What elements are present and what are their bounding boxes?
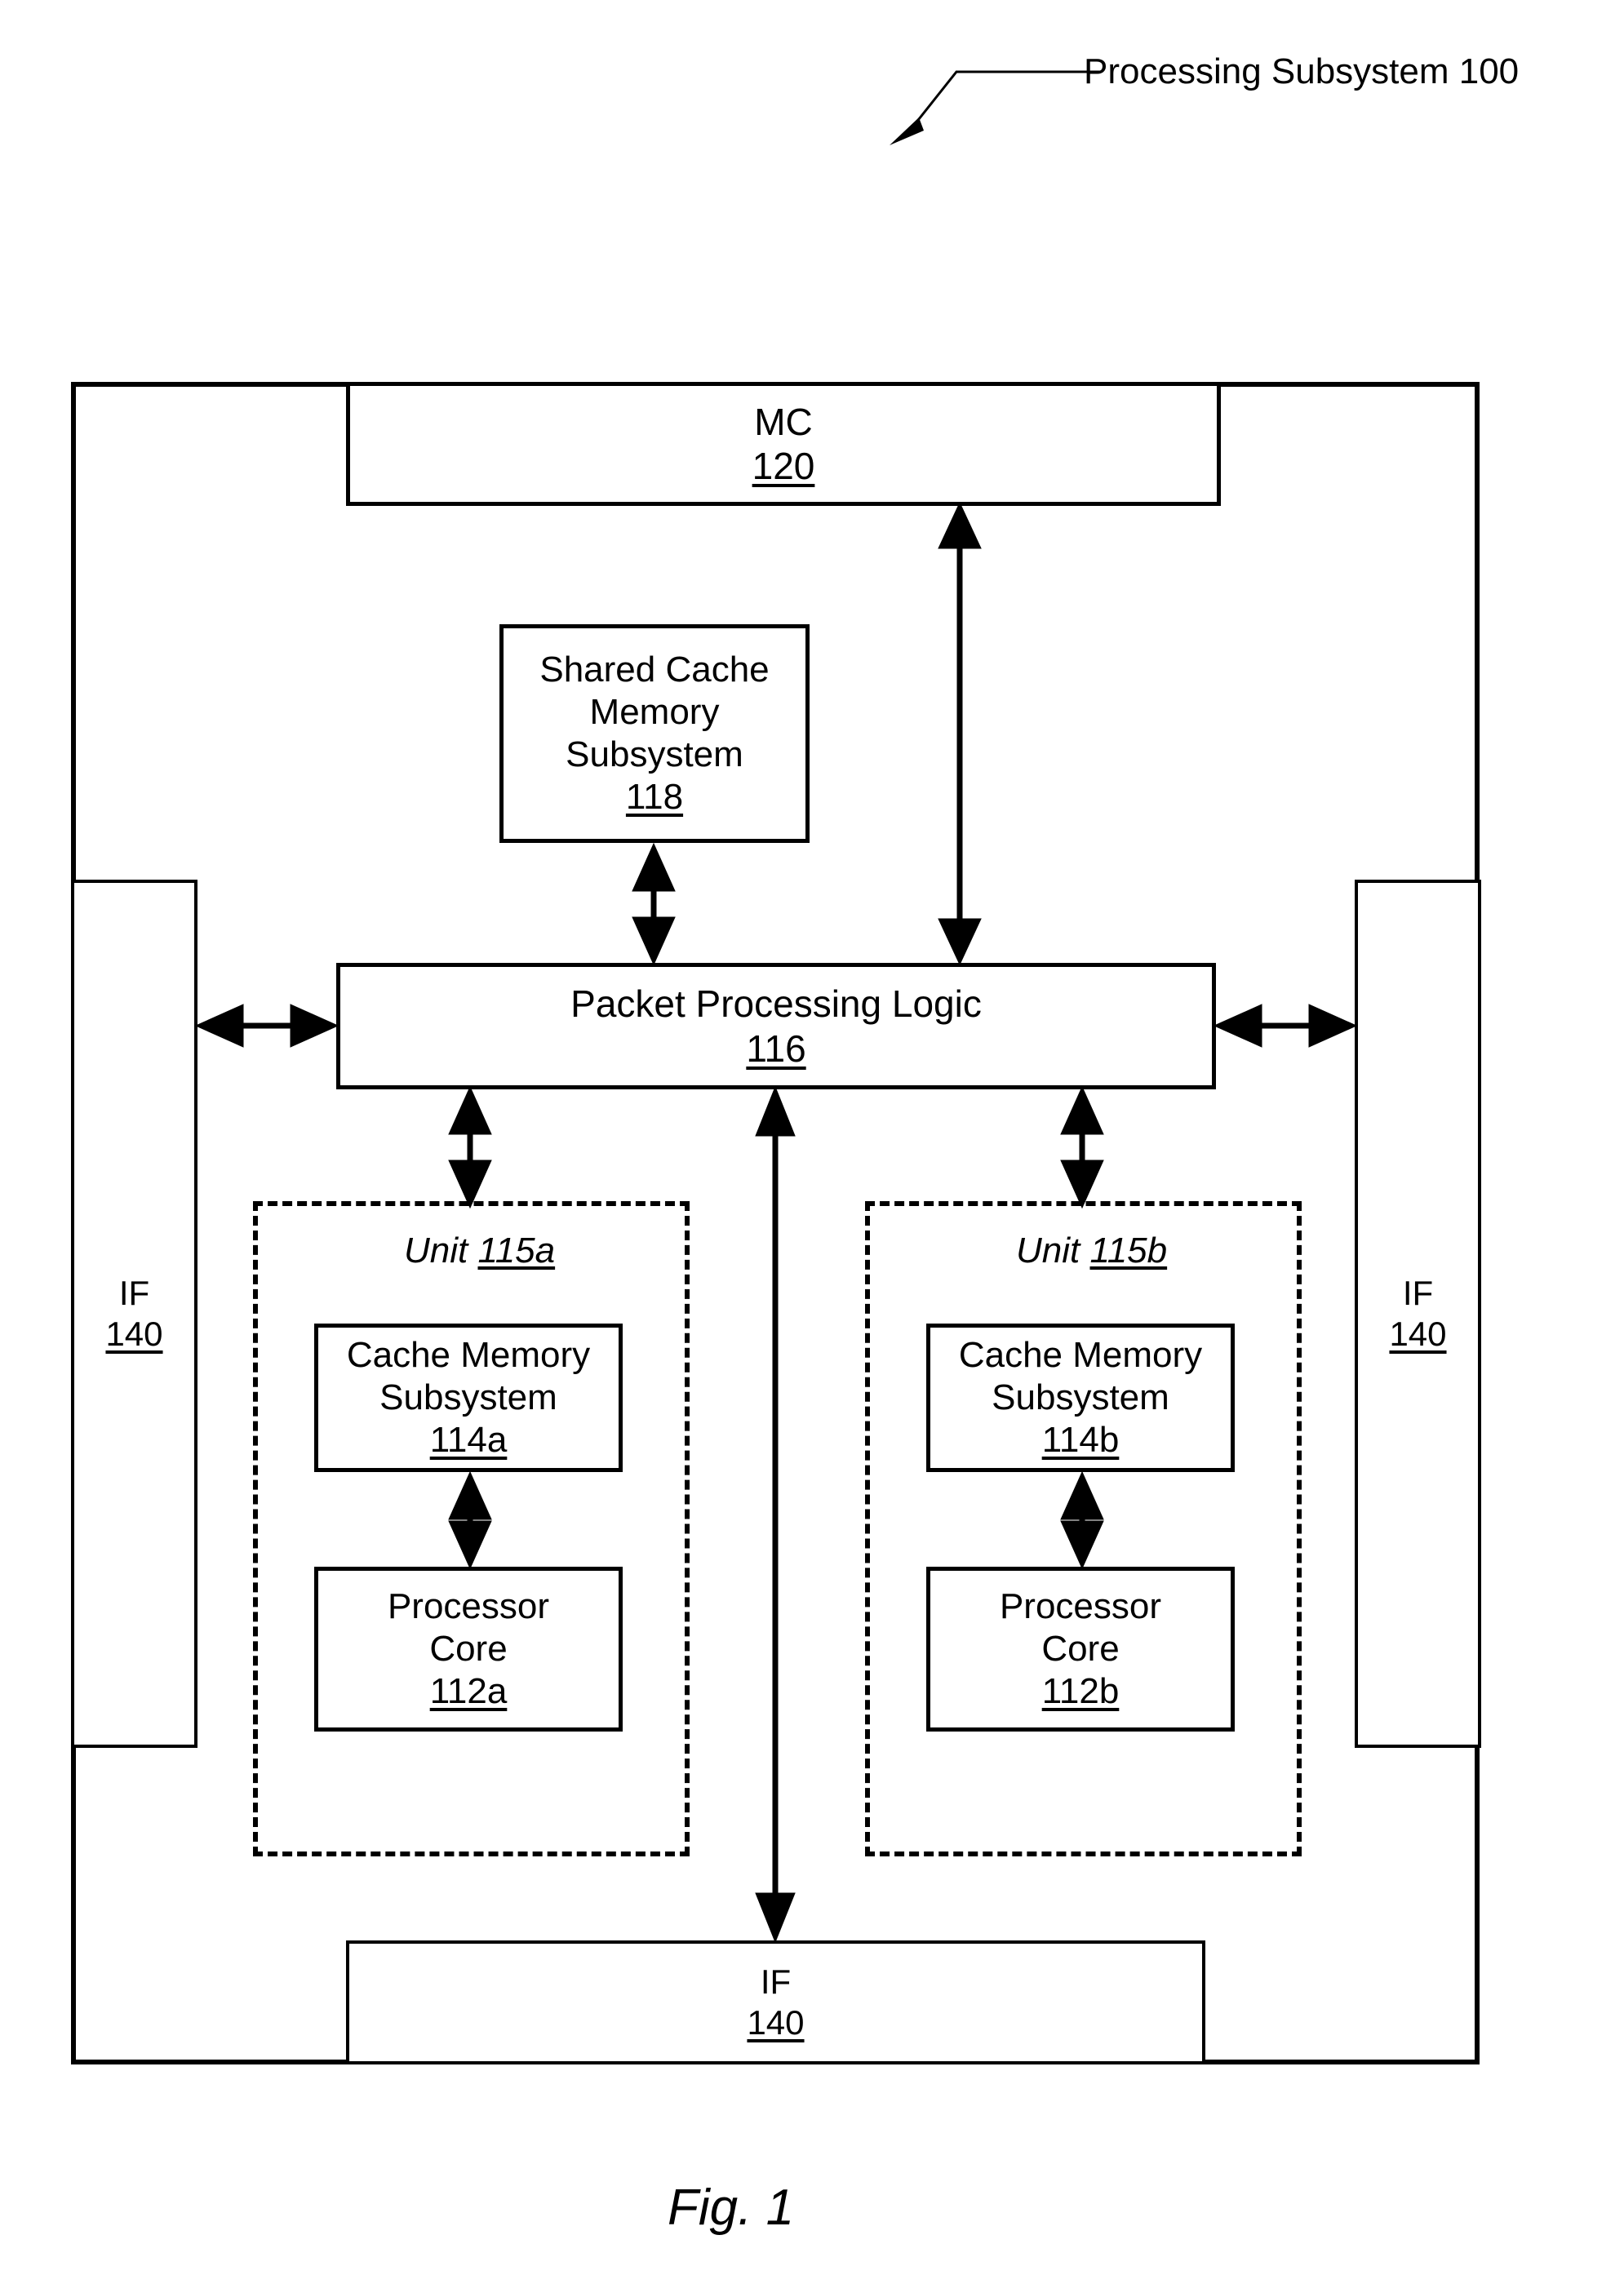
cache-114a-line-1: Cache Memory xyxy=(346,1335,591,1376)
unit-115a-label: Unit 115a xyxy=(404,1231,555,1271)
cache-114b-line-1: Cache Memory xyxy=(958,1335,1203,1376)
interface-block-right: IF 140 xyxy=(1355,880,1481,1748)
processor-core-112a-block: Processor Core 112a xyxy=(314,1567,623,1732)
memory-controller-block: MC 120 xyxy=(346,382,1221,506)
cache-114a-number: 114a xyxy=(429,1419,508,1460)
core-112a-line-1: Processor xyxy=(387,1586,550,1627)
cache-memory-subsystem-114b-block: Cache Memory Subsystem 114b xyxy=(926,1324,1235,1472)
core-112b-number: 112b xyxy=(1041,1670,1120,1711)
mc-number: 120 xyxy=(752,445,815,487)
figure-caption: Fig. 1 xyxy=(668,2180,795,2236)
unit-115b-word: Unit xyxy=(1016,1231,1090,1271)
if-left-number: 140 xyxy=(105,1315,163,1353)
packet-processing-logic-number: 116 xyxy=(746,1027,806,1070)
unit-115b-boundary xyxy=(865,1201,1302,1856)
shared-cache-memory-subsystem-block: Shared Cache Memory Subsystem 118 xyxy=(499,624,810,843)
callout-leader-line xyxy=(890,70,1100,145)
if-left-label: IF xyxy=(118,1274,150,1313)
interface-block-bottom: IF 140 xyxy=(346,1940,1205,2064)
interface-block-left: IF 140 xyxy=(71,880,197,1748)
core-112b-line-1: Processor xyxy=(999,1586,1162,1627)
cache-114a-line-2: Subsystem xyxy=(379,1377,557,1418)
unit-115a-number: 115a xyxy=(477,1231,556,1271)
patent-figure-page: Processing Subsystem 100 MC 120 Shared C… xyxy=(0,0,1624,2275)
cache-114b-line-2: Subsystem xyxy=(992,1377,1169,1418)
unit-115b-label: Unit 115b xyxy=(1016,1231,1167,1271)
if-bottom-number: 140 xyxy=(747,2003,805,2042)
if-right-label: IF xyxy=(1402,1274,1434,1313)
if-bottom-label: IF xyxy=(760,1962,792,2002)
shared-cache-line-1: Shared Cache xyxy=(539,650,770,690)
shared-cache-line-2: Memory xyxy=(589,692,720,733)
cache-memory-subsystem-114a-block: Cache Memory Subsystem 114a xyxy=(314,1324,623,1472)
packet-processing-logic-block: Packet Processing Logic 116 xyxy=(336,963,1216,1089)
packet-processing-logic-label: Packet Processing Logic xyxy=(570,982,982,1026)
unit-115a-word: Unit xyxy=(404,1231,478,1271)
cache-114b-number: 114b xyxy=(1041,1419,1120,1460)
shared-cache-line-3: Subsystem xyxy=(566,734,743,774)
unit-115a-boundary xyxy=(253,1201,690,1856)
callout-label: Processing Subsystem 100 xyxy=(1084,51,1520,91)
core-112b-line-2: Core xyxy=(1041,1629,1120,1670)
mc-label: MC xyxy=(754,400,813,443)
shared-cache-number: 118 xyxy=(625,776,684,817)
processor-core-112b-block: Processor Core 112b xyxy=(926,1567,1235,1732)
core-112a-line-2: Core xyxy=(429,1629,508,1670)
if-right-number: 140 xyxy=(1389,1315,1447,1353)
core-112a-number: 112a xyxy=(429,1670,508,1711)
unit-115b-number: 115b xyxy=(1089,1231,1168,1271)
